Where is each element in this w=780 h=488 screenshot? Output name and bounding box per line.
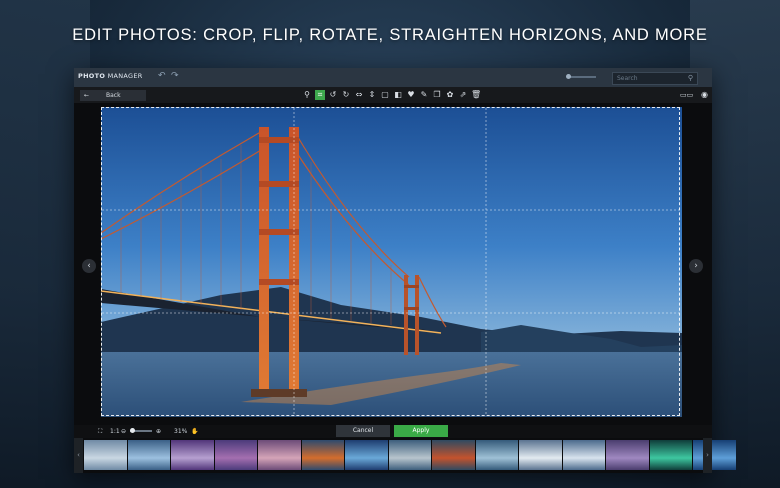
- search-input[interactable]: [617, 74, 677, 83]
- palette-icon[interactable]: ✿: [445, 90, 455, 100]
- flip-horizontal-icon[interactable]: ⇔: [354, 90, 364, 100]
- thumb-cliffs[interactable]: [475, 440, 518, 470]
- photo-canvas[interactable]: ‹ ›: [74, 103, 712, 425]
- app-title-rest: MANAGER: [105, 72, 143, 80]
- flip-vertical-icon[interactable]: ⇕: [367, 90, 377, 100]
- thumb-golden-bridge[interactable]: [301, 440, 344, 470]
- promo-headline: EDIT PHOTOS: CROP, FLIP, ROTATE, STRAIGH…: [72, 26, 708, 44]
- previous-photo-button[interactable]: ‹: [82, 259, 96, 273]
- zoom-slider[interactable]: [130, 428, 152, 433]
- compare-icon[interactable]: ▭▭: [680, 90, 698, 100]
- share-icon[interactable]: ⇗: [458, 90, 468, 100]
- rotate-right-icon[interactable]: ↻: [341, 90, 351, 100]
- thumb-blue-bridge[interactable]: [693, 440, 736, 470]
- thumb-blue-lights[interactable]: [345, 440, 388, 470]
- redo-icon[interactable]: ↷: [171, 71, 179, 81]
- rotate-left-icon[interactable]: ↺: [328, 90, 338, 100]
- thumb-snow-cabin[interactable]: [519, 440, 562, 470]
- view-tool-group: ▭▭ ◉: [680, 90, 708, 100]
- thumb-river-city[interactable]: [84, 440, 127, 470]
- copy-icon[interactable]: ❐: [432, 90, 442, 100]
- thumb-red-boat[interactable]: [432, 440, 475, 470]
- search-box[interactable]: ⚲: [612, 72, 698, 85]
- actual-size-label[interactable]: 1:1: [110, 426, 120, 437]
- zoom-percent: 31%: [174, 428, 188, 435]
- app-title-bold: PHOTO: [78, 72, 106, 80]
- zoom-slider-knob[interactable]: [130, 428, 135, 433]
- thumb-aurora[interactable]: [649, 440, 692, 470]
- app-title: PHOTO MANAGER: [78, 72, 143, 80]
- app-window: PHOTO MANAGER ↶ ↷ ⚲ ← Back ⚲⌗↺↻⇔⇕▢◧♥✎❐✿⇗…: [74, 68, 736, 473]
- crop-selection[interactable]: [101, 107, 680, 416]
- thumb-boats[interactable]: [388, 440, 431, 470]
- undo-icon[interactable]: ↶: [158, 71, 166, 81]
- back-arrow-icon: ←: [84, 92, 90, 99]
- thumb-violet-sea[interactable]: [214, 440, 257, 470]
- back-label: Back: [106, 92, 121, 99]
- tool-group: ⚲ ⌗ ↺ ↻ ⇔ ⇕ ▢ ◧ ♥ ✎ ❐ ✿ ⇗ 🗑: [302, 90, 481, 101]
- frame-icon[interactable]: ▢: [380, 90, 390, 100]
- thumbnail-size-slider[interactable]: [562, 74, 602, 79]
- eye-icon[interactable]: ◉: [701, 90, 708, 100]
- apply-button[interactable]: Apply: [394, 425, 448, 437]
- thumb-lake-dusk[interactable]: [127, 440, 170, 470]
- thumb-ice-pier[interactable]: [562, 440, 605, 470]
- crop-icon[interactable]: ⌗: [315, 90, 325, 100]
- crop-grid: [102, 108, 679, 415]
- zoom-in-icon[interactable]: ⊕: [156, 426, 161, 437]
- back-button[interactable]: ← Back: [80, 90, 146, 101]
- cancel-button[interactable]: Cancel: [336, 425, 390, 437]
- heart-icon[interactable]: ♥: [406, 90, 416, 100]
- chevron-right-icon: ›: [694, 261, 698, 271]
- adjust-icon[interactable]: ◧: [393, 90, 403, 100]
- edit-toolbar: ← Back ⚲ ⌗ ↺ ↻ ⇔ ⇕ ▢ ◧ ♥ ✎ ❐ ✿ ⇗ 🗑 ▭▭ ◉: [74, 87, 712, 103]
- next-photo-button[interactable]: ›: [689, 259, 703, 273]
- hand-tool-icon[interactable]: ✋: [191, 426, 198, 437]
- thumb-purple-sky[interactable]: [171, 440, 214, 470]
- filmstrip-scroll-left[interactable]: ‹: [74, 438, 83, 473]
- fit-screen-icon[interactable]: ⛶: [98, 426, 102, 437]
- thumbnail-list: [84, 440, 736, 470]
- trash-icon[interactable]: 🗑: [471, 90, 481, 100]
- filmstrip: ‹ ›: [74, 438, 736, 473]
- title-bar: PHOTO MANAGER ↶ ↷ ⚲: [74, 68, 712, 87]
- tag-icon[interactable]: ✎: [419, 90, 429, 100]
- filmstrip-scroll-right[interactable]: ›: [703, 438, 712, 473]
- bottom-bar: ⛶ 1:1 ⊖ ⊕ 31% ✋ Cancel Apply: [74, 425, 712, 438]
- thumb-purple-rock[interactable]: [606, 440, 649, 470]
- chevron-left-icon: ‹: [87, 261, 91, 271]
- search-icon[interactable]: ⚲: [688, 74, 693, 82]
- thumb-pink-coast[interactable]: [258, 440, 301, 470]
- slider-knob[interactable]: [566, 74, 571, 79]
- slider-track: [568, 76, 596, 78]
- magic-wand-icon[interactable]: ⚲: [302, 90, 312, 100]
- zoom-out-icon[interactable]: ⊖: [121, 426, 126, 437]
